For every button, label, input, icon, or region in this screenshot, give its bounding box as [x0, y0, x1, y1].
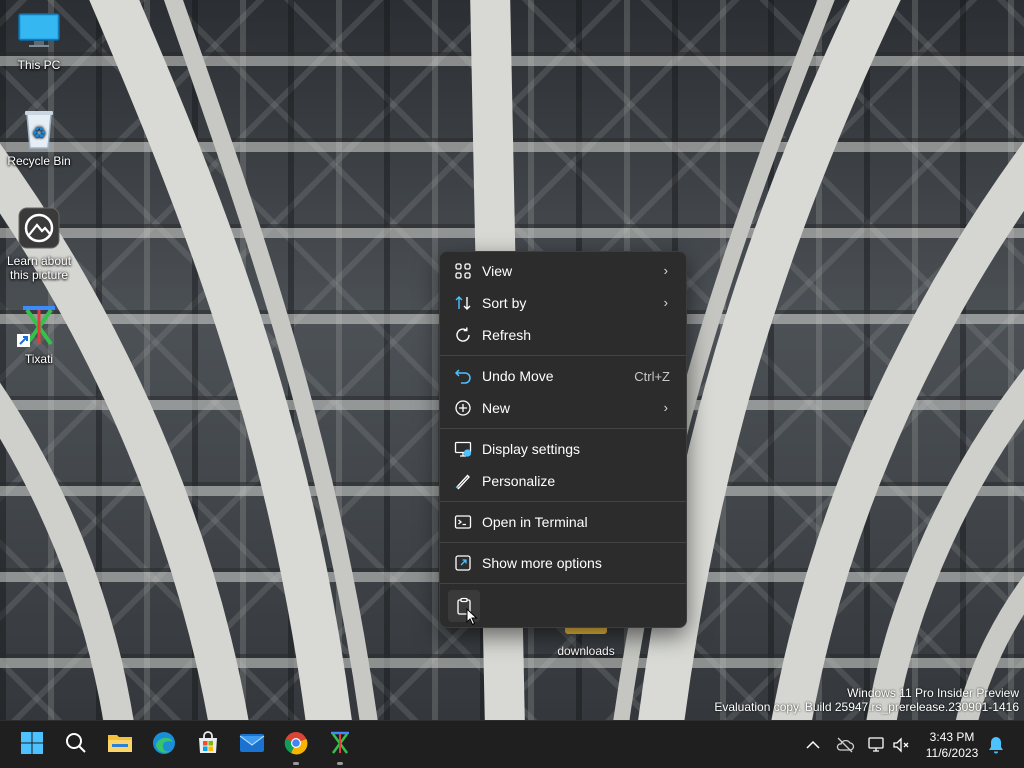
chevron-up-icon — [803, 740, 823, 759]
menu-item-label: View — [482, 263, 513, 279]
taskbar-tixati[interactable] — [324, 729, 356, 765]
menu-item-new[interactable]: New › — [444, 393, 682, 423]
menu-item-label: Display settings — [482, 441, 581, 457]
taskbar-file-explorer[interactable] — [104, 729, 136, 761]
menu-item-label: Personalize — [482, 473, 556, 489]
undo-icon — [454, 367, 472, 385]
desktop-icon-label: Learn about this picture — [6, 254, 72, 282]
start-icon — [20, 731, 44, 760]
clock-date: 11/6/2023 — [925, 746, 979, 760]
chevron-right-icon: › — [663, 263, 668, 278]
menu-item-undo-move[interactable]: Undo Move Ctrl+Z — [444, 361, 682, 391]
desktop-icon-label: downloads — [557, 644, 615, 658]
desktop-icon-label: Recycle Bin — [7, 154, 71, 168]
onedrive-icon — [835, 737, 855, 759]
taskbar-chrome[interactable] — [280, 729, 312, 765]
start-button[interactable] — [16, 729, 48, 761]
desktop-icon-recycle-bin[interactable]: ♻ Recycle Bin — [1, 106, 77, 168]
menu-item-sort-by[interactable]: Sort by › — [444, 288, 682, 318]
grid-view-icon — [454, 262, 472, 280]
display-settings-icon — [454, 440, 472, 458]
desktop-context-menu: View › Sort by › Refresh Undo Move Ctrl+… — [439, 251, 687, 628]
clock-time: 3:43 PM — [929, 730, 975, 744]
desktop-icon-tixati[interactable]: Tixati — [1, 304, 77, 366]
taskbar: 3:43 PM 11/6/2023 — [0, 720, 1024, 768]
chrome-icon — [284, 731, 308, 760]
menu-separator — [440, 355, 686, 356]
menu-item-display-settings[interactable]: Display settings — [444, 434, 682, 464]
taskbar-store[interactable] — [192, 729, 224, 761]
tixati-icon — [328, 731, 352, 760]
shortcut-text: Ctrl+Z — [634, 369, 670, 384]
desktop-icon-this-pc[interactable]: This PC — [1, 10, 77, 72]
desktop-icon-label: This PC — [17, 58, 61, 72]
menu-item-label: New — [482, 400, 511, 416]
tray-network[interactable] — [867, 735, 887, 755]
volume-muted-icon — [891, 737, 911, 759]
menu-item-label: Sort by — [482, 295, 527, 311]
mail-icon — [239, 732, 265, 759]
menu-separator — [440, 428, 686, 429]
chevron-right-icon: › — [663, 400, 668, 415]
windows-watermark: Windows 11 Pro Insider Preview Evaluatio… — [714, 686, 1019, 714]
svg-text:♻: ♻ — [32, 123, 46, 142]
menu-item-label: Refresh — [482, 327, 532, 343]
desktop-icon-label: Tixati — [24, 352, 54, 366]
search-button[interactable] — [60, 729, 92, 761]
taskbar-mail[interactable] — [236, 729, 268, 761]
menu-separator — [440, 542, 686, 543]
notification-bell-icon — [986, 737, 1006, 759]
paste-button[interactable] — [448, 590, 480, 626]
menu-item-label: Undo Move — [482, 368, 554, 384]
sort-icon — [454, 294, 472, 312]
menu-item-show-more-options[interactable]: Show more options — [444, 548, 682, 578]
tray-onedrive[interactable] — [835, 735, 855, 755]
mouse-cursor-icon — [466, 607, 478, 629]
watermark-line-2: Evaluation copy. Build 25947.rs_prerelea… — [714, 700, 1019, 714]
menu-item-view[interactable]: View › — [444, 256, 682, 286]
menu-item-personalize[interactable]: Personalize — [444, 466, 682, 496]
taskbar-clock[interactable]: 3:43 PM 11/6/2023 — [916, 729, 988, 761]
show-more-options-icon — [454, 554, 472, 572]
terminal-icon — [454, 513, 472, 531]
this-pc-icon — [17, 10, 61, 54]
menu-separator — [440, 501, 686, 502]
network-icon — [867, 737, 887, 759]
tixati-icon — [17, 304, 61, 348]
menu-item-label: Open in Terminal — [482, 514, 588, 530]
tray-volume[interactable] — [891, 735, 911, 755]
refresh-icon — [454, 326, 472, 344]
show-hidden-icons-button[interactable] — [803, 735, 823, 755]
menu-item-refresh[interactable]: Refresh — [444, 320, 682, 350]
store-icon — [196, 730, 220, 760]
file-explorer-icon — [107, 731, 133, 760]
taskbar-edge[interactable] — [148, 729, 180, 761]
new-plus-icon — [454, 399, 472, 417]
menu-item-open-in-terminal[interactable]: Open in Terminal — [444, 507, 682, 537]
menu-separator — [440, 583, 686, 584]
desktop-icon-learn-about-picture[interactable]: Learn about this picture — [1, 206, 77, 282]
recycle-bin-icon: ♻ — [17, 106, 61, 150]
search-icon — [64, 731, 88, 760]
pen-icon — [454, 472, 472, 490]
watermark-line-1: Windows 11 Pro Insider Preview — [847, 686, 1019, 700]
notification-center-button[interactable] — [986, 735, 1006, 755]
chevron-right-icon: › — [663, 295, 668, 310]
menu-item-label: Show more options — [482, 555, 602, 571]
edge-icon — [152, 731, 176, 760]
learn-about-picture-icon — [17, 206, 61, 250]
